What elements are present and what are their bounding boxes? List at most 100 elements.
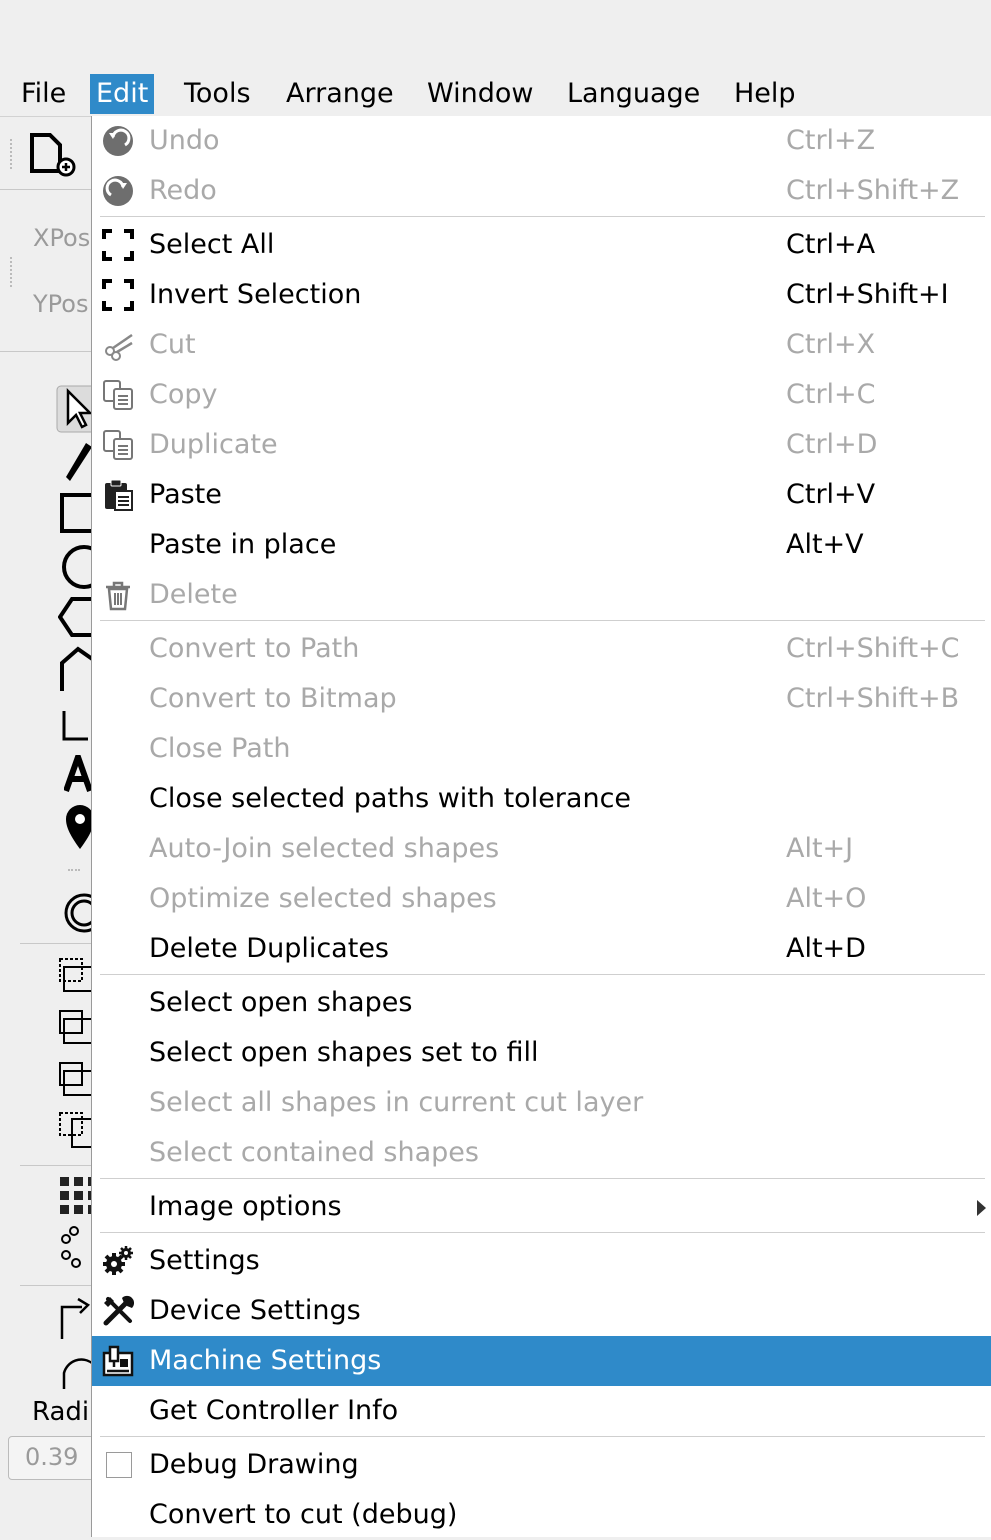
select-tool-icon[interactable] (56, 385, 92, 433)
menu-item-shortcut: Ctrl+Shift+C (786, 633, 960, 664)
menu-item-shortcut: Alt+D (786, 933, 866, 964)
text-tool-icon[interactable] (64, 755, 92, 793)
grid-array-icons[interactable] (60, 1175, 92, 1275)
menu-item-shortcut: Ctrl+V (786, 479, 876, 510)
menu-item-debug-drawing[interactable]: Debug Drawing (92, 1440, 991, 1490)
menu-item-paste-in-place[interactable]: Paste in place Alt+V (92, 520, 991, 570)
menu-item-label: Debug Drawing (149, 1449, 359, 1480)
toolbar-divider (20, 943, 92, 944)
menu-item-label: Machine Settings (149, 1345, 382, 1376)
menu-item-convert-to-cut[interactable]: Convert to cut (debug) (92, 1490, 991, 1540)
menu-item-select-open-shapes-fill[interactable]: Select open shapes set to fill (92, 1028, 991, 1078)
menu-item-duplicate[interactable]: Duplicate Ctrl+D (92, 420, 991, 470)
menu-item-label: Redo (149, 175, 217, 206)
menu-item-label: Convert to Path (149, 633, 360, 664)
menu-item-label: Close selected paths with tolerance (149, 783, 632, 814)
menu-item-label: Select open shapes (149, 987, 413, 1018)
menu-item-label: Device Settings (149, 1295, 361, 1326)
menu-item-close-paths-tolerance[interactable]: Close selected paths with tolerance (92, 774, 991, 824)
menu-item-shortcut: Ctrl+Shift+I (786, 279, 949, 310)
menu-item-convert-to-bitmap[interactable]: Convert to Bitmap Ctrl+Shift+B (92, 674, 991, 724)
menu-item-select-contained[interactable]: Select contained shapes (92, 1128, 991, 1178)
new-file-icon[interactable] (28, 131, 78, 179)
menu-item-shortcut: Ctrl+C (786, 379, 876, 410)
trash-icon (106, 581, 130, 611)
toolbar-divider (0, 189, 92, 190)
toolbar-grip[interactable] (10, 257, 18, 287)
menu-item-shortcut: Ctrl+D (786, 429, 878, 460)
menu-item-label: Cut (149, 329, 196, 360)
menu-item-label: Delete (149, 579, 238, 610)
select-all-icon (102, 229, 134, 261)
menu-item-label: Select open shapes set to fill (149, 1037, 539, 1068)
menu-item-optimize-shapes[interactable]: Optimize selected shapes Alt+O (92, 874, 991, 924)
menu-item-undo[interactable]: Undo Ctrl+Z (92, 116, 991, 166)
offset-tool-icon[interactable] (60, 891, 92, 937)
menu-item-label: Paste in place (149, 529, 337, 560)
menu-separator (100, 1178, 985, 1179)
menu-item-image-options[interactable]: Image options (92, 1182, 991, 1232)
menu-item-label: Close Path (149, 733, 291, 764)
left-toolbar: XPos YPos Radi (0, 117, 92, 1537)
menu-item-paste[interactable]: Paste Ctrl+V (92, 470, 991, 520)
menu-item-device-settings[interactable]: Device Settings (92, 1286, 991, 1336)
menu-item-copy[interactable]: Copy Ctrl+C (92, 370, 991, 420)
redo-icon (103, 176, 133, 206)
menu-item-label: Get Controller Info (149, 1395, 399, 1426)
menu-tools[interactable]: Tools (184, 74, 251, 114)
xpos-label: XPos (33, 224, 91, 252)
menu-item-cut[interactable]: Cut Ctrl+X (92, 320, 991, 370)
ypos-label: YPos (33, 290, 89, 318)
copy-icon (103, 380, 133, 410)
menu-item-shortcut: Ctrl+A (786, 229, 876, 260)
menu-item-label: Image options (149, 1191, 342, 1222)
rotate-tools-icons[interactable] (60, 1293, 92, 1393)
menu-item-select-open-shapes[interactable]: Select open shapes (92, 978, 991, 1028)
rectangle-tool-icon[interactable] (58, 491, 92, 535)
menu-item-select-all-in-layer[interactable]: Select all shapes in current cut layer (92, 1078, 991, 1128)
menu-item-label: Invert Selection (149, 279, 362, 310)
menu-item-label: Select All (149, 229, 275, 260)
menu-item-settings[interactable]: Settings (92, 1236, 991, 1286)
polygon-tool-icon[interactable] (58, 595, 92, 639)
menu-item-close-path[interactable]: Close Path (92, 724, 991, 774)
toolbar-grip[interactable] (68, 869, 80, 877)
menu-item-machine-settings[interactable]: Machine Settings (92, 1336, 991, 1386)
menu-item-invert-selection[interactable]: Invert Selection Ctrl+Shift+I (92, 270, 991, 320)
menu-item-label: Settings (149, 1245, 260, 1276)
menu-help[interactable]: Help (734, 74, 796, 114)
menu-item-controller-info[interactable]: Get Controller Info (92, 1386, 991, 1436)
path-tool-icon[interactable] (58, 645, 92, 693)
corner-tool-icon[interactable] (60, 709, 92, 745)
menu-separator (100, 216, 985, 217)
menu-separator (100, 974, 985, 975)
menu-item-shortcut: Alt+V (786, 529, 864, 560)
boolean-tools-icons[interactable] (58, 957, 92, 1153)
menu-item-delete[interactable]: Delete (92, 570, 991, 620)
pencil-tool-icon[interactable] (64, 439, 92, 483)
menu-item-auto-join[interactable]: Auto-Join selected shapes Alt+J (92, 824, 991, 874)
position-tool-icon[interactable] (64, 803, 92, 851)
tools-icon (103, 1295, 134, 1326)
menu-item-convert-to-path[interactable]: Convert to Path Ctrl+Shift+C (92, 624, 991, 674)
menu-item-select-all[interactable]: Select All Ctrl+A (92, 220, 991, 270)
menu-window[interactable]: Window (427, 74, 533, 114)
menu-item-redo[interactable]: Redo Ctrl+Shift+Z (92, 166, 991, 216)
menu-item-label: Copy (149, 379, 218, 410)
toolbar-divider (20, 1285, 92, 1286)
menu-bar: File Edit Tools Arrange Window Language … (0, 72, 991, 117)
ellipse-tool-icon[interactable] (58, 543, 92, 591)
menu-item-label: Delete Duplicates (149, 933, 389, 964)
toolbar-grip[interactable] (10, 139, 18, 169)
debug-drawing-checkbox[interactable] (106, 1452, 132, 1478)
radius-label: Radi (32, 1397, 90, 1427)
menu-edit[interactable]: Edit (90, 74, 155, 114)
menu-file[interactable]: File (21, 74, 66, 114)
menu-language[interactable]: Language (567, 74, 700, 114)
menu-item-delete-duplicates[interactable]: Delete Duplicates Alt+D (92, 924, 991, 974)
menu-item-label: Duplicate (149, 429, 278, 460)
menu-arrange[interactable]: Arrange (286, 74, 394, 114)
menu-item-label: Convert to cut (debug) (149, 1499, 458, 1530)
radius-input[interactable]: 0.39 (8, 1436, 96, 1480)
submenu-arrow-icon (977, 1200, 986, 1216)
